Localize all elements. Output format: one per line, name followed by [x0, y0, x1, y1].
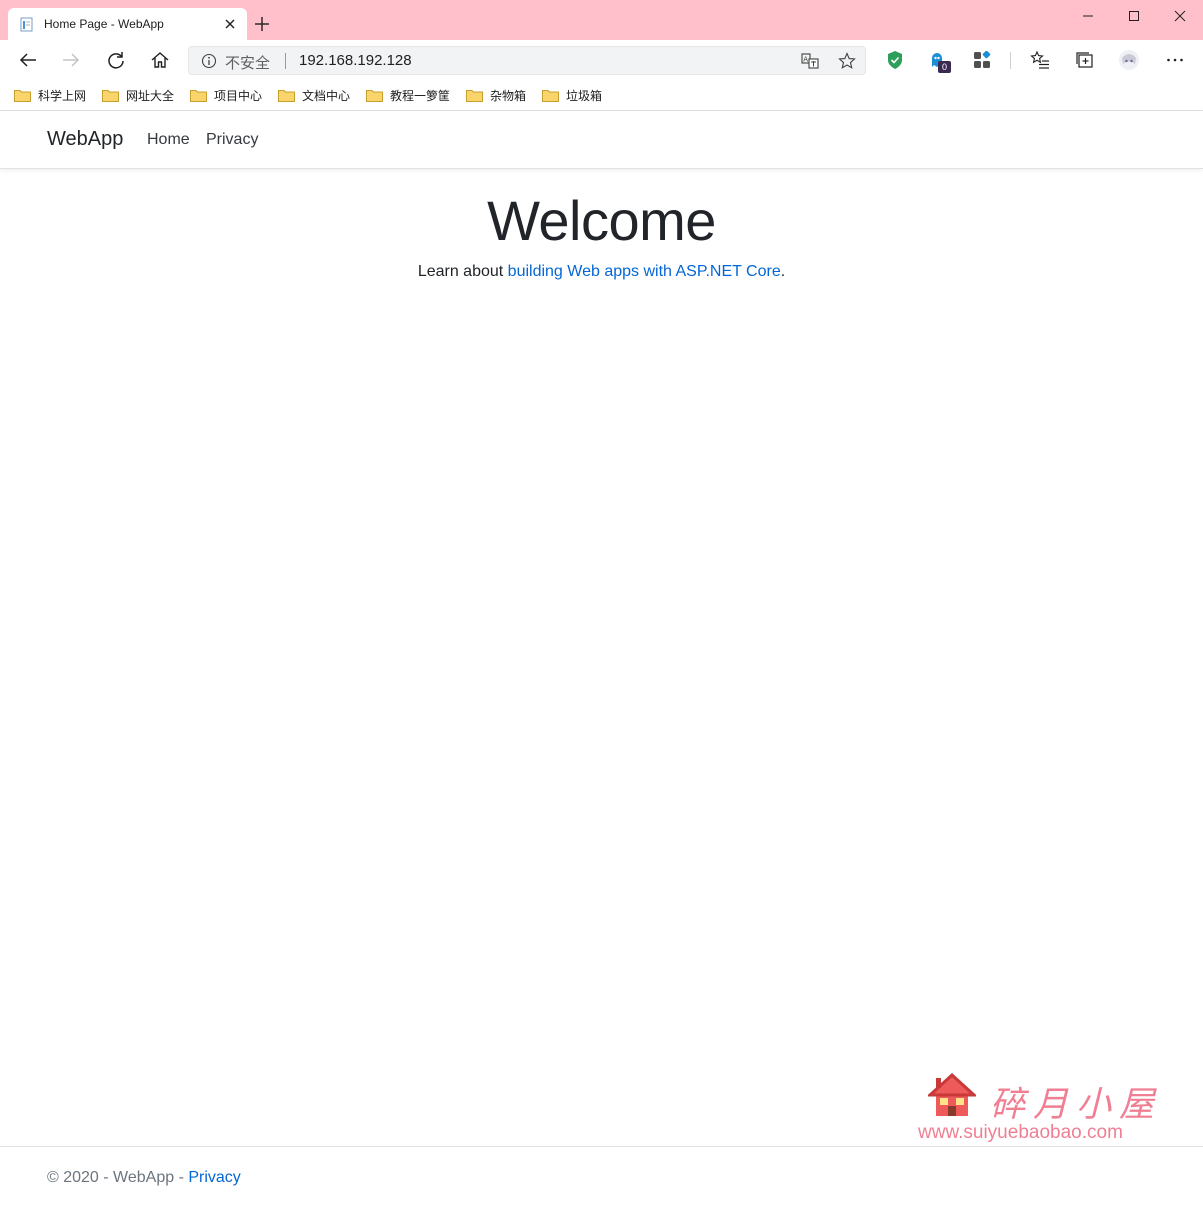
close-window-button[interactable] — [1157, 0, 1203, 32]
apps-grid-icon — [974, 51, 991, 68]
page-favicon-icon — [20, 17, 33, 32]
favorites-list-icon — [1030, 50, 1049, 69]
maximize-icon — [1129, 11, 1139, 21]
svg-text:A: A — [803, 56, 808, 64]
address-separator — [285, 53, 286, 69]
folder-icon — [366, 89, 383, 102]
favorites-button[interactable] — [1030, 50, 1050, 70]
folder-icon — [102, 89, 119, 102]
arrow-left-icon — [19, 53, 36, 67]
footer-text: © 2020 - WebApp - — [47, 1169, 189, 1186]
arrow-right-icon — [63, 53, 80, 67]
bookmark-folder[interactable]: 文档中心 — [278, 85, 350, 105]
bookmark-label: 垃圾箱 — [566, 88, 603, 103]
nav-link-privacy[interactable]: Privacy — [206, 131, 258, 149]
home-icon — [151, 52, 169, 68]
close-tab-icon[interactable] — [223, 17, 237, 31]
folder-icon — [190, 89, 207, 102]
bookmark-folder[interactable]: 网址大全 — [102, 85, 174, 105]
intro-suffix: . — [780, 263, 786, 280]
aspnet-docs-link[interactable]: building Web apps with ASP.NET Core — [508, 263, 781, 280]
apps-extension-button[interactable] — [972, 50, 992, 70]
star-icon[interactable] — [838, 52, 856, 70]
collections-button[interactable] — [1074, 50, 1094, 70]
bookmark-folder[interactable]: 科学上网 — [14, 85, 86, 105]
site-navbar: WebApp Home Privacy — [0, 111, 1203, 169]
tab-title: Home Page - WebApp — [44, 17, 164, 31]
adblock-extension-button[interactable] — [885, 50, 905, 70]
bookmark-folder[interactable]: 垃圾箱 — [542, 85, 602, 105]
site-footer: © 2020 - WebApp - Privacy — [0, 1146, 1203, 1207]
minimize-icon — [1083, 15, 1093, 17]
translate-icon[interactable]: A — [801, 52, 819, 70]
house-logo-icon — [928, 1072, 976, 1116]
info-icon[interactable] — [201, 53, 217, 69]
bookmarks-bar: 科学上网 网址大全 项目中心 文档中心 教程一箩筐 杂物箱 垃圾箱 — [0, 80, 1203, 111]
profile-button[interactable] — [1118, 49, 1140, 71]
bookmark-folder[interactable]: 教程一箩筐 — [366, 85, 450, 105]
bookmark-label: 杂物箱 — [490, 88, 527, 103]
address-bar[interactable]: 不安全 192.168.192.128 A — [188, 46, 866, 75]
collections-icon — [1076, 52, 1093, 68]
browser-tab-active[interactable]: Home Page - WebApp — [8, 8, 247, 41]
site-brand-link[interactable]: WebApp — [47, 128, 123, 151]
watermark-title: 碎月小屋 — [990, 1085, 1163, 1125]
ghost-extension-button[interactable]: 0 — [929, 50, 951, 73]
folder-icon — [278, 89, 295, 102]
shield-icon — [888, 51, 902, 69]
extension-badge: 0 — [938, 61, 951, 73]
browser-toolbar: 不安全 192.168.192.128 A 0 — [0, 40, 1203, 80]
bookmark-label: 文档中心 — [302, 88, 351, 103]
folder-icon — [542, 89, 559, 102]
more-menu-button[interactable] — [1165, 50, 1185, 70]
bookmark-label: 科学上网 — [38, 88, 87, 103]
bookmark-label: 教程一箩筐 — [390, 88, 451, 103]
intro-prefix: Learn about — [417, 263, 508, 280]
back-button[interactable] — [18, 50, 38, 70]
close-icon — [1174, 10, 1186, 22]
minimize-button[interactable] — [1065, 0, 1111, 32]
folder-icon — [466, 89, 483, 102]
browser-titlebar: Home Page - WebApp — [0, 0, 1203, 41]
toolbar-separator — [1010, 52, 1011, 69]
more-horizontal-icon — [1167, 58, 1183, 62]
new-tab-icon[interactable] — [254, 16, 270, 32]
intro-text: Learn about building Web apps with ASP.N… — [0, 263, 1203, 281]
page-title: Welcome — [487, 189, 716, 252]
maximize-button[interactable] — [1111, 0, 1157, 32]
footer-copyright: © 2020 - WebApp - Privacy — [47, 1169, 241, 1187]
url-text[interactable]: 192.168.192.128 — [299, 52, 412, 69]
bookmark-label: 项目中心 — [214, 88, 263, 103]
refresh-icon — [108, 52, 124, 69]
refresh-button[interactable] — [106, 50, 126, 70]
footer-privacy-link[interactable]: Privacy — [188, 1169, 240, 1186]
bookmark-label: 网址大全 — [126, 88, 175, 103]
watermark-url: www.suiyuebaobao.com — [918, 1122, 1123, 1143]
folder-icon — [14, 89, 31, 102]
bookmark-folder[interactable]: 杂物箱 — [466, 85, 526, 105]
nav-link-home[interactable]: Home — [147, 131, 190, 149]
forward-button[interactable] — [61, 50, 81, 70]
home-button[interactable] — [150, 50, 170, 70]
avatar-icon — [1119, 50, 1139, 70]
bookmark-folder[interactable]: 项目中心 — [190, 85, 262, 105]
security-status: 不安全 — [225, 55, 271, 72]
